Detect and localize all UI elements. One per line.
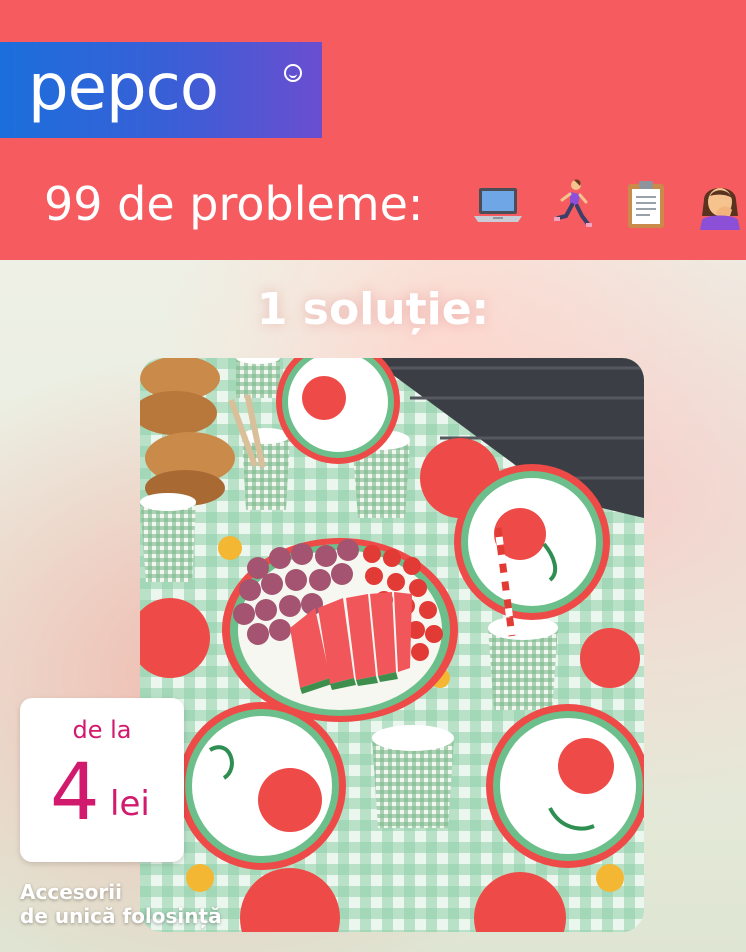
logo-text: pepco — [28, 51, 219, 125]
laptop-icon — [470, 176, 526, 232]
caption-line-2: de unică folosință — [20, 904, 222, 928]
header-band: pepco 99 de probleme: — [0, 0, 746, 260]
price-badge: de la 4 lei — [20, 698, 184, 862]
solution-heading: 1 soluție: — [256, 284, 490, 335]
ad-page: pepco 99 de probleme: 1 soluție: de la 4… — [0, 0, 746, 952]
headline: 99 de probleme: — [44, 177, 424, 231]
face-palm-icon — [692, 176, 746, 232]
pepco-logo: pepco — [0, 42, 322, 138]
product-caption: Accesorii de unică folosință — [20, 880, 222, 928]
clipboard-icon — [618, 176, 674, 232]
price-amount: 4 — [50, 748, 100, 838]
emoji-row — [470, 176, 746, 232]
price-prefix: de la — [72, 716, 132, 744]
heart-icon — [284, 64, 302, 82]
running-woman-icon — [544, 176, 600, 232]
caption-line-1: Accesorii — [20, 880, 122, 904]
picnic-photo — [140, 358, 644, 932]
price-unit: lei — [110, 784, 150, 824]
